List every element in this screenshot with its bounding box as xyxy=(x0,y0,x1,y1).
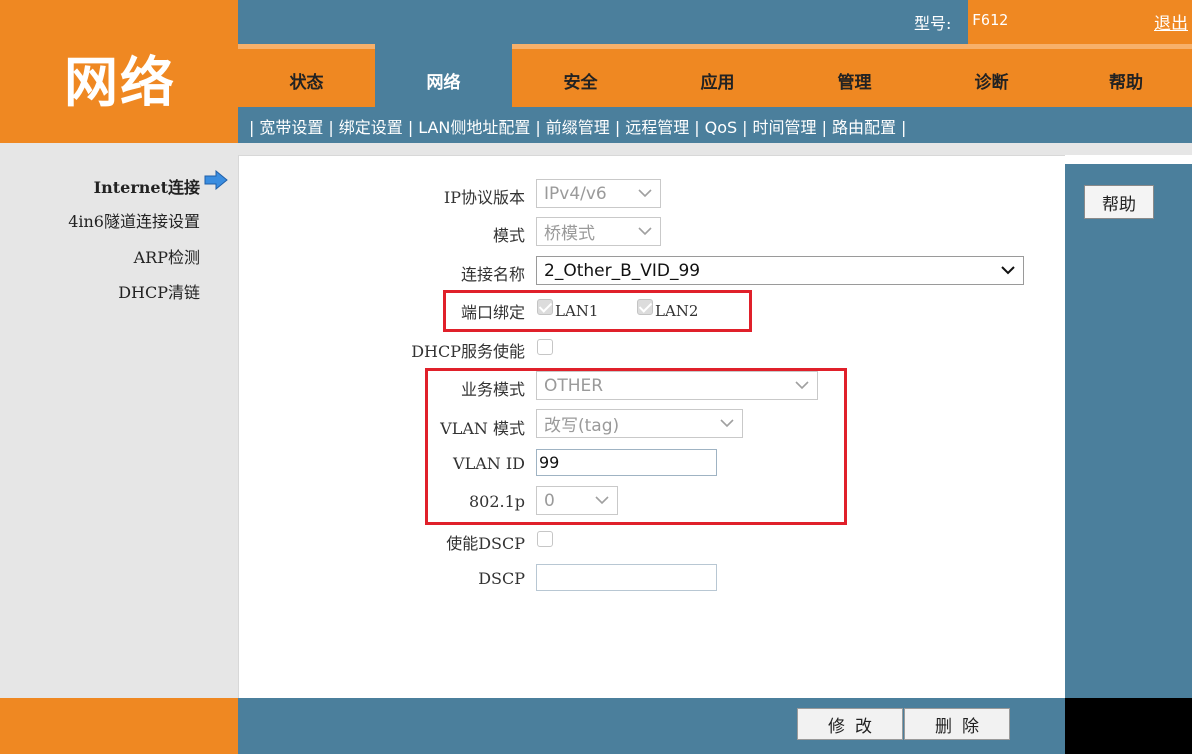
tab-network[interactable]: 网络 xyxy=(375,44,512,107)
dscp-enable-checkbox xyxy=(537,531,553,547)
subnav-item-broadband[interactable]: 宽带设置 xyxy=(259,118,323,137)
subnav-separator: | xyxy=(535,118,541,137)
footer: 修改 删除 xyxy=(0,698,1192,754)
dhcp-service-label: DHCP服务使能 xyxy=(411,342,525,361)
arrow-right-icon xyxy=(204,170,228,190)
subnav-item-qos[interactable]: QoS xyxy=(705,118,738,137)
logout-link[interactable]: 退出 xyxy=(1154,9,1188,34)
vlan-id-label: VLAN ID xyxy=(453,454,525,473)
subnav-item-prefix[interactable]: 前缀管理 xyxy=(546,118,610,137)
subnav-separator: | xyxy=(742,118,748,137)
conn-name-label: 连接名称 xyxy=(460,265,525,284)
sidebar-item-arp[interactable]: ARP检测 xyxy=(134,244,200,268)
ip-version-label: IP协议版本 xyxy=(443,188,525,207)
tab-help[interactable]: 帮助 xyxy=(1060,44,1192,107)
top-bar: 型号: F612 退出 xyxy=(238,0,1192,44)
tab-security[interactable]: 安全 xyxy=(512,44,649,107)
lan2-label: LAN2 xyxy=(655,302,699,320)
mode-label: 模式 xyxy=(492,226,525,245)
model-value: F612 xyxy=(972,11,1009,29)
vlan-mode-label: VLAN 模式 xyxy=(440,419,525,438)
subnav-separator: | xyxy=(900,118,907,137)
subnav-separator: | xyxy=(407,118,414,137)
sub-nav: | 宽带设置 | 绑定设置 | LAN侧地址配置 | 前缀管理 | 远程管理 | QoS | 时间管理 | 路… xyxy=(238,107,1192,143)
subnav-item-lan-address[interactable]: LAN侧地址配置 xyxy=(418,118,530,137)
logo-text: 网络 xyxy=(64,51,176,114)
subnav-separator: | xyxy=(249,118,255,137)
vlan-id-input[interactable]: 99 xyxy=(536,449,717,476)
lan2-checkbox xyxy=(637,299,653,315)
vlan-mode-select: 改写(tag) xyxy=(536,409,743,438)
dscp-label: DSCP xyxy=(478,569,525,588)
ip-version-value: IPv4/v6 xyxy=(544,183,607,204)
chevron-down-icon xyxy=(795,381,809,390)
p8021-select: 0 xyxy=(536,486,618,515)
dhcp-service-checkbox xyxy=(537,339,553,355)
p8021-value: 0 xyxy=(544,490,555,511)
sidebar-item-4in6[interactable]: 4in6隧道连接设置 xyxy=(68,208,200,232)
p8021-label: 802.1p xyxy=(468,492,525,511)
tab-diagnosis[interactable]: 诊断 xyxy=(923,44,1060,107)
subnav-item-binding[interactable]: 绑定设置 xyxy=(339,118,403,137)
footer-right xyxy=(1065,698,1192,754)
chevron-down-icon xyxy=(720,419,734,428)
dscp-input xyxy=(536,564,717,591)
model-label: 型号: xyxy=(914,14,952,33)
tab-status[interactable]: 状态 xyxy=(238,44,375,107)
right-panel: 帮助 xyxy=(1065,164,1192,698)
mode-value: 桥模式 xyxy=(544,224,595,244)
chevron-down-icon xyxy=(638,227,652,236)
chevron-down-icon xyxy=(1001,266,1015,275)
dscp-enable-label: 使能DSCP xyxy=(446,534,525,553)
conn-name-value: 2_Other_B_VID_99 xyxy=(544,260,701,281)
subnav-item-routing[interactable]: 路由配置 xyxy=(832,118,896,137)
subnav-item-remote[interactable]: 远程管理 xyxy=(625,118,689,137)
port-bind-label: 端口绑定 xyxy=(460,303,525,322)
chevron-down-icon xyxy=(638,189,652,198)
subnav-separator: | xyxy=(614,118,621,137)
main-nav: 状态 网络 安全 应用 管理 诊断 帮助 xyxy=(238,44,1192,107)
ip-version-select: IPv4/v6 xyxy=(536,179,661,208)
subnav-separator: | xyxy=(328,118,334,137)
conn-name-select[interactable]: 2_Other_B_VID_99 xyxy=(536,256,1024,285)
mode-select: 桥模式 xyxy=(536,217,661,246)
service-mode-label: 业务模式 xyxy=(460,380,525,399)
help-button[interactable]: 帮助 xyxy=(1084,185,1154,219)
footer-left xyxy=(0,698,238,754)
lan1-checkbox xyxy=(537,299,553,315)
subnav-item-time[interactable]: 时间管理 xyxy=(753,118,817,137)
sidebar: Internet连接 4in6隧道连接设置 ARP检测 DHCP清链 xyxy=(0,143,238,698)
tab-application[interactable]: 应用 xyxy=(649,44,786,107)
delete-button[interactable]: 删除 xyxy=(904,708,1010,740)
service-mode-value: OTHER xyxy=(544,375,604,396)
tab-management[interactable]: 管理 xyxy=(786,44,923,107)
vlan-mode-value: 改写(tag) xyxy=(544,416,620,436)
subnav-separator: | xyxy=(694,118,700,137)
sidebar-item-internet[interactable]: Internet连接 xyxy=(94,174,200,198)
model-box: F612 退出 xyxy=(968,0,1192,44)
subnav-separator: | xyxy=(821,118,827,137)
modify-button[interactable]: 修改 xyxy=(797,708,903,740)
service-mode-select: OTHER xyxy=(536,371,818,400)
chevron-down-icon xyxy=(595,496,609,505)
lan1-label: LAN1 xyxy=(555,302,599,320)
logo: 网络 xyxy=(0,0,238,143)
sidebar-item-dhcp-clear[interactable]: DHCP清链 xyxy=(118,279,200,303)
main-content: IP协议版本 IPv4/v6 模式 桥模式 连接名称 2_Other_B_VID… xyxy=(238,155,1065,698)
